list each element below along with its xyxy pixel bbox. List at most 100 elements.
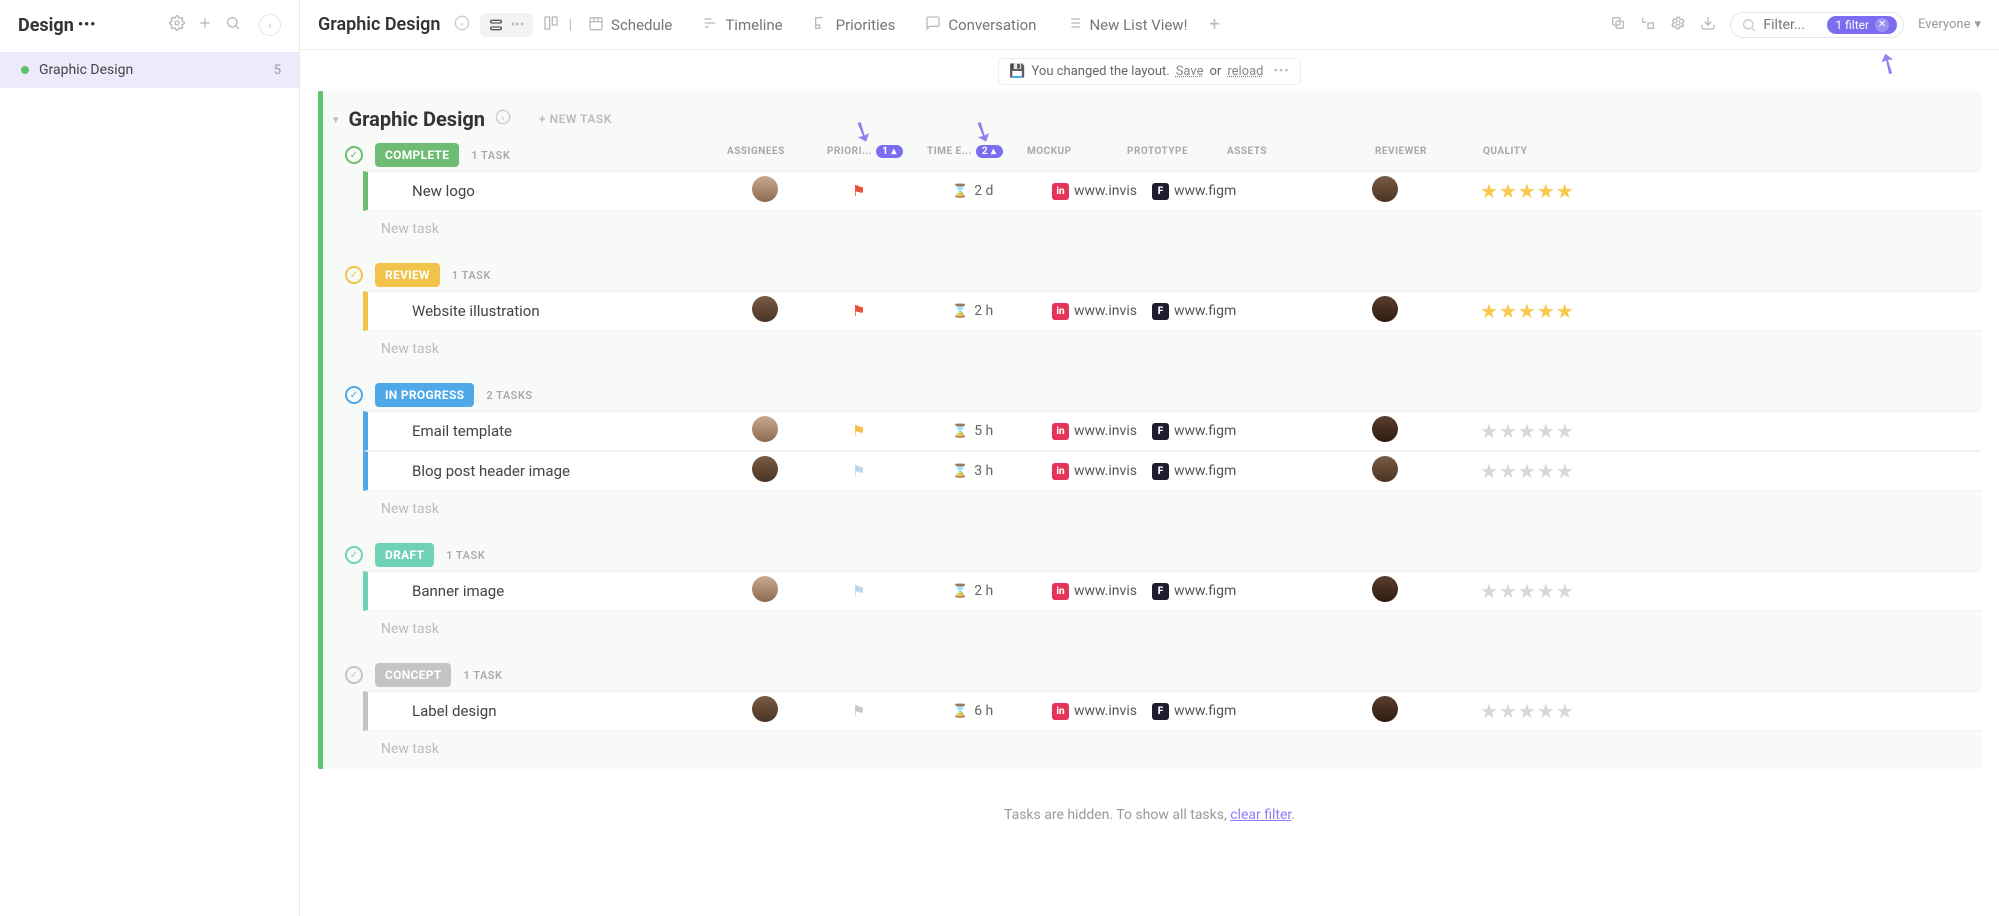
quality-cell[interactable]: ★★★★★ [1480,179,1660,203]
star-icon[interactable]: ★ [1537,459,1555,483]
priority-flag-icon[interactable]: ⚑ [852,182,952,200]
prototype-cell[interactable]: Fwww.figm [1152,423,1252,440]
assignee-cell[interactable] [752,456,852,486]
copy-icon[interactable] [1610,15,1626,35]
star-icon[interactable]: ★ [1499,299,1517,323]
priority-flag-icon[interactable]: ⚑ [852,462,952,480]
new-task-input[interactable]: New task [323,491,1981,529]
assignee-cell[interactable] [752,176,852,206]
time-cell[interactable]: ⌛2 d [952,183,1052,199]
star-icon[interactable]: ★ [1518,179,1536,203]
star-icon[interactable]: ★ [1556,299,1574,323]
star-icon[interactable]: ★ [1537,179,1555,203]
new-task-input[interactable]: New task [323,331,1981,369]
prototype-cell[interactable]: Fwww.figm [1152,463,1252,480]
group-collapse-icon[interactable]: ✓ [345,546,363,564]
quality-cell[interactable]: ★★★★★ [1480,299,1660,323]
mockup-cell[interactable]: inwww.invis [1052,303,1152,320]
reviewer-cell[interactable] [1372,416,1480,446]
subtask-icon[interactable] [1640,15,1656,35]
reviewer-cell[interactable] [1372,576,1480,606]
filter-input[interactable] [1763,17,1821,33]
save-link[interactable]: Save [1176,64,1204,79]
task-row[interactable]: Email template ⚑ ⌛5 h inwww.invis Fwww.f… [363,411,1981,451]
task-row[interactable]: Website illustration ⚑ ⌛2 h inwww.invis … [363,291,1981,331]
plus-icon[interactable] [197,15,213,35]
status-pill[interactable]: REVIEW [375,263,440,287]
settings-icon[interactable] [169,15,185,35]
notice-more-icon[interactable]: ••• [1273,64,1289,79]
status-pill[interactable]: IN PROGRESS [375,383,474,407]
task-row[interactable]: New logo ⚑ ⌛2 d inwww.invis Fwww.figm ★★… [363,171,1981,211]
tab-priorities[interactable]: Priorities [807,11,902,39]
reviewer-cell[interactable] [1372,296,1480,326]
star-icon[interactable]: ★ [1480,459,1498,483]
quality-cell[interactable]: ★★★★★ [1480,579,1660,603]
star-icon[interactable]: ★ [1480,579,1498,603]
group-collapse-icon[interactable]: ✓ [345,386,363,404]
col-reviewer[interactable]: REVIEWER [1347,146,1455,157]
assignee-cell[interactable] [752,296,852,326]
filter-input-wrap[interactable]: 1 filter ✕ [1730,12,1904,38]
star-icon[interactable]: ★ [1480,699,1498,723]
collapse-sidebar-icon[interactable]: ‹ [259,14,281,36]
star-icon[interactable]: ★ [1537,419,1555,443]
clear-filter-link[interactable]: clear filter [1230,807,1291,823]
quality-cell[interactable]: ★★★★★ [1480,459,1660,483]
star-icon[interactable]: ★ [1518,299,1536,323]
star-icon[interactable]: ★ [1499,179,1517,203]
info-icon[interactable] [454,15,470,35]
star-icon[interactable]: ★ [1556,419,1574,443]
new-task-button[interactable]: + NEW TASK [539,112,612,126]
new-task-input[interactable]: New task [323,611,1981,649]
time-cell[interactable]: ⌛5 h [952,423,1052,439]
clear-filter-icon[interactable]: ✕ [1875,18,1889,32]
search-icon[interactable] [225,15,241,35]
reviewer-cell[interactable] [1372,176,1480,206]
col-priority[interactable]: PRIORI... 1 ▴ [827,145,927,158]
star-icon[interactable]: ★ [1518,579,1536,603]
assignee-cell[interactable] [752,696,852,726]
assignee-cell[interactable] [752,576,852,606]
tab-conversation[interactable]: Conversation [919,11,1042,39]
col-assets[interactable]: ASSETS [1227,146,1347,157]
add-view-button[interactable]: + [1204,14,1226,36]
workspace-menu-icon[interactable]: ••• [78,17,97,33]
time-cell[interactable]: ⌛2 h [952,303,1052,319]
star-icon[interactable]: ★ [1499,579,1517,603]
mockup-cell[interactable]: inwww.invis [1052,463,1152,480]
reload-link[interactable]: reload [1227,64,1263,79]
star-icon[interactable]: ★ [1518,419,1536,443]
tab-schedule[interactable]: Schedule [582,11,678,39]
col-time[interactable]: TIME E... 2 ▴ [927,145,1027,158]
star-icon[interactable]: ★ [1480,179,1498,203]
quality-cell[interactable]: ★★★★★ [1480,699,1660,723]
star-icon[interactable]: ★ [1518,699,1536,723]
star-icon[interactable]: ★ [1499,419,1517,443]
sidebar-item[interactable]: Graphic Design 5 [0,52,299,88]
download-icon[interactable] [1700,15,1716,35]
star-icon[interactable]: ★ [1499,459,1517,483]
star-icon[interactable]: ★ [1499,699,1517,723]
star-icon[interactable]: ★ [1556,579,1574,603]
assignee-cell[interactable] [752,416,852,446]
time-cell[interactable]: ⌛6 h [952,703,1052,719]
star-icon[interactable]: ★ [1537,699,1555,723]
col-prototype[interactable]: PROTOTYPE [1127,146,1227,157]
list-view-toggle[interactable]: ••• [480,13,532,37]
prototype-cell[interactable]: Fwww.figm [1152,183,1252,200]
tab-new-list-view-[interactable]: New List View! [1060,11,1193,39]
col-quality[interactable]: QUALITY [1455,146,1635,157]
assignee-filter[interactable]: Everyone ▾ [1918,17,1981,32]
section-collapse-icon[interactable]: ▾ [333,113,339,126]
mockup-cell[interactable]: inwww.invis [1052,583,1152,600]
prototype-cell[interactable]: Fwww.figm [1152,703,1252,720]
col-mockup[interactable]: MOCKUP [1027,146,1127,157]
section-info-icon[interactable] [495,109,511,129]
priority-flag-icon[interactable]: ⚑ [852,302,952,320]
view-options-icon[interactable]: ••• [510,17,524,33]
priority-flag-icon[interactable]: ⚑ [852,582,952,600]
board-view-icon[interactable] [543,15,559,35]
reviewer-cell[interactable] [1372,696,1480,726]
status-pill[interactable]: DRAFT [375,543,434,567]
